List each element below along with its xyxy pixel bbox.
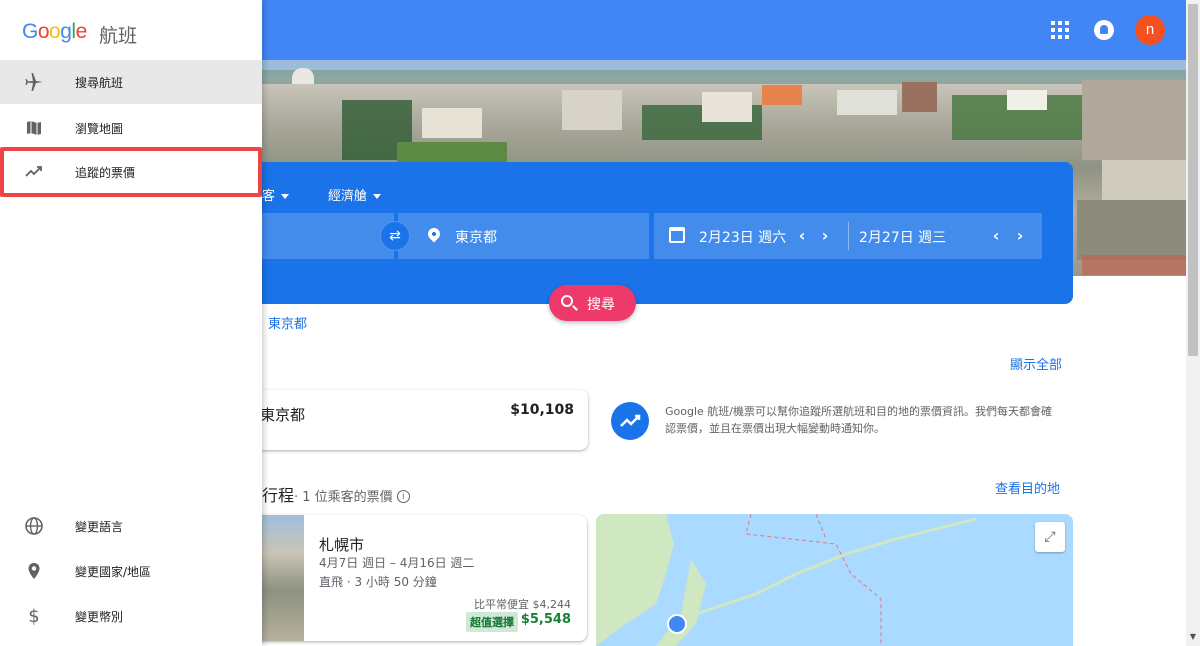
map-icon — [24, 118, 44, 138]
chevron-down-icon — [281, 194, 290, 199]
trips-heading: 行程· 1 位乘客的票價 i — [262, 482, 410, 506]
view-destinations-link[interactable]: 查看目的地 — [995, 478, 1060, 497]
depart-date[interactable]: 2月23日 週六 — [699, 227, 786, 247]
nav-item-explore-map[interactable]: 瀏覽地圖 — [0, 106, 262, 150]
return-date[interactable]: 2月27日 週三 — [859, 227, 946, 247]
deal-badge: 超值選擇 — [466, 612, 518, 632]
highlight-annotation — [0, 147, 262, 197]
recent-search-link[interactable]: 東京都 — [268, 313, 307, 332]
origin-field[interactable] — [262, 213, 394, 259]
depart-prev-icon[interactable]: ‹ — [795, 226, 809, 245]
tracked-price-card[interactable]: 東京都 $10,108 — [250, 390, 588, 450]
scrollbar-thumb[interactable] — [1188, 4, 1198, 356]
return-prev-icon[interactable]: ‹ — [989, 226, 1003, 245]
apps-grid-icon[interactable] — [1051, 21, 1069, 39]
location-pin-icon — [24, 561, 44, 581]
dollar-icon: $ — [28, 606, 40, 627]
tracked-city: 東京都 — [260, 406, 306, 424]
flight-search-panel: 客 經濟艙 ⇄ 東京都 2月23日 週六 ‹ › 2月27日 週三 ‹ › — [262, 162, 1073, 304]
navigation-drawer: Google 航班 搜尋航班 瀏覽地圖 追蹤的票價 變更語言 變更國家/地區 $… — [0, 0, 262, 646]
destination-city: 札幌市 — [319, 536, 365, 554]
destination-value: 東京都 — [455, 230, 497, 246]
return-next-icon[interactable]: › — [1013, 226, 1027, 245]
airplane-icon — [24, 72, 44, 92]
destination-dates: 4月7日 週日 – 4月16日 週二 — [319, 556, 475, 570]
google-logo: Google — [22, 20, 87, 43]
nav-item-change-currency[interactable]: $ 變更幣別 — [0, 594, 262, 638]
cheaper-than-usual: 比平常便宜 $4,244 — [474, 598, 571, 611]
nav-item-search-flights[interactable]: 搜尋航班 — [0, 60, 262, 104]
nav-item-change-language[interactable]: 變更語言 — [0, 504, 262, 548]
trending-up-icon — [611, 402, 649, 440]
product-name: 航班 — [99, 25, 138, 47]
search-icon — [561, 295, 573, 307]
price-tracking-info: Google 航班/機票可以幫你追蹤所選航班和目的地的票價資訊。我們每天都會確認… — [665, 405, 1052, 435]
nav-item-change-region[interactable]: 變更國家/地區 — [0, 549, 262, 593]
expand-map-icon[interactable]: ⤢ — [1035, 522, 1065, 552]
destination-price: $5,548 — [520, 612, 571, 627]
tracked-price: $10,108 — [510, 402, 574, 418]
date-divider — [848, 222, 849, 250]
depart-next-icon[interactable]: › — [818, 226, 832, 245]
show-all-link[interactable]: 顯示全部 — [1010, 354, 1062, 373]
avatar[interactable]: n — [1135, 15, 1165, 45]
chevron-down-icon — [373, 194, 382, 199]
notifications-icon[interactable] — [1094, 20, 1114, 40]
scroll-down-icon[interactable]: ▼ — [1188, 632, 1198, 642]
globe-icon — [24, 516, 44, 536]
destination-duration: 直飛 · 3 小時 50 分鐘 — [319, 575, 437, 589]
destination-card[interactable]: 札幌市 4月7日 週日 – 4月16日 週二 直飛 · 3 小時 50 分鐘 比… — [250, 515, 587, 641]
map-location-marker[interactable] — [667, 614, 687, 634]
cabin-class-dropdown[interactable]: 經濟艙 — [328, 185, 382, 204]
calendar-icon — [669, 227, 685, 243]
search-button[interactable]: 搜尋 — [549, 285, 636, 321]
swap-icon[interactable]: ⇄ — [380, 221, 410, 251]
passengers-dropdown[interactable]: 客 — [262, 185, 290, 204]
info-icon[interactable]: i — [396, 490, 410, 503]
